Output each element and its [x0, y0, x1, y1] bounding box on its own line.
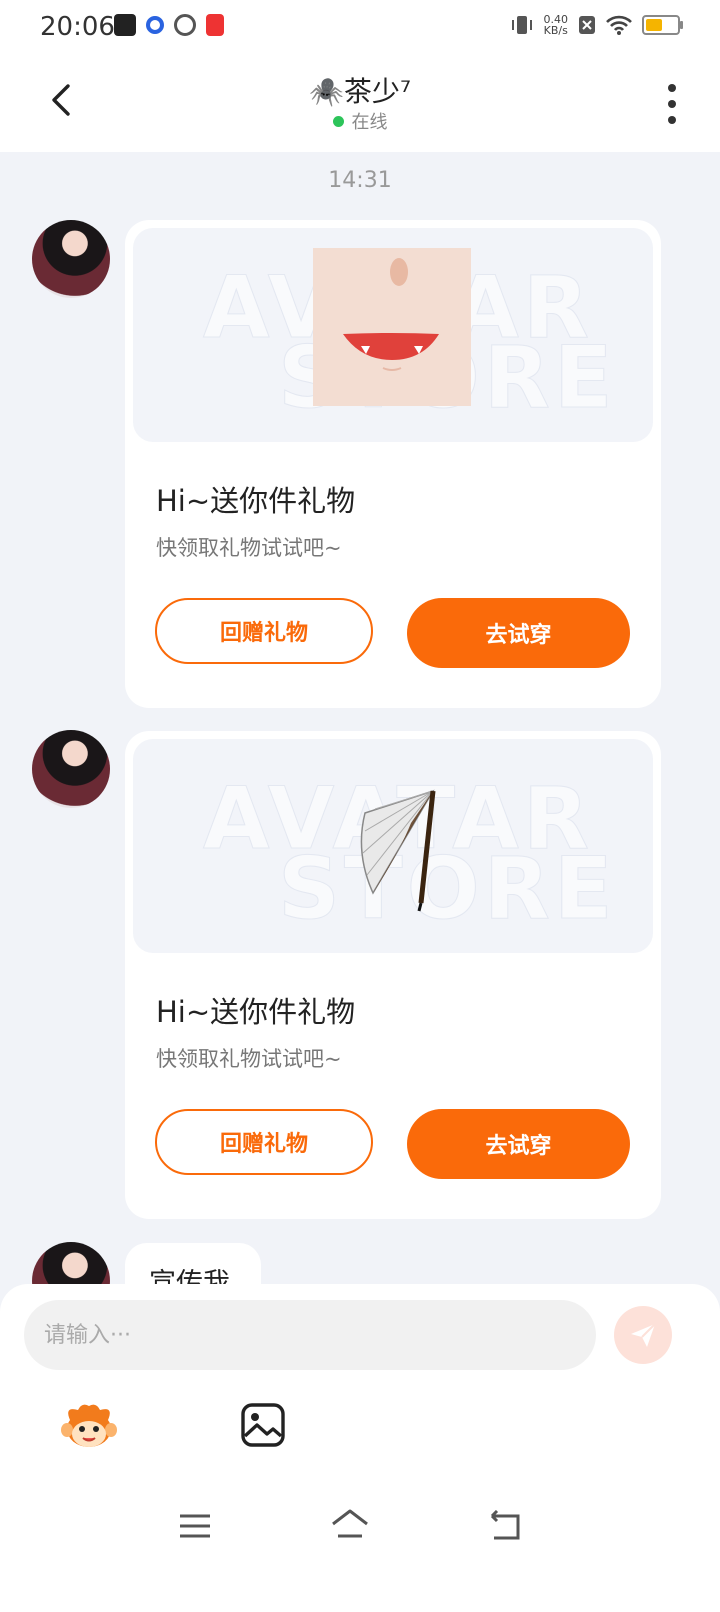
- nav-home-button[interactable]: [330, 1508, 370, 1542]
- gift-card[interactable]: AVATAR STORE Hi~送你件礼物 快领取礼物试试吧~ 回赠礼物 去试穿: [125, 220, 661, 708]
- message-timestamp: 14:31: [328, 168, 392, 193]
- nav-back-button[interactable]: [488, 1509, 524, 1542]
- sender-avatar[interactable]: [32, 220, 110, 298]
- notification-icons: [114, 14, 224, 36]
- battery-icon: [642, 15, 683, 35]
- dot-icon: [668, 84, 676, 92]
- sender-avatar[interactable]: [32, 730, 110, 808]
- message-input[interactable]: [24, 1300, 596, 1370]
- system-status-icons: 0.40 KB/s: [510, 13, 683, 37]
- send-icon: [631, 1323, 656, 1347]
- menu-icon: [180, 1514, 210, 1538]
- gift-card-subtitle: 快领取礼物试试吧~: [156, 1047, 342, 1071]
- gift-card-title: Hi~送你件礼物: [156, 995, 356, 1029]
- app-notification-icon: [174, 14, 196, 36]
- image-picker-button[interactable]: [240, 1402, 286, 1448]
- send-button[interactable]: [614, 1306, 672, 1364]
- gift-preview: AVATAR STORE: [133, 228, 653, 442]
- image-icon: [241, 1403, 285, 1447]
- nav-recents-button[interactable]: [178, 1512, 212, 1540]
- status-time: 20:06: [40, 12, 115, 42]
- more-options-button[interactable]: [666, 84, 678, 124]
- online-status-text: 在线: [351, 112, 388, 133]
- try-on-button[interactable]: 去试穿: [407, 1109, 630, 1179]
- chat-header: 🕷️茶少⁷ 在线: [0, 58, 720, 152]
- monkey-face-icon: [61, 1404, 117, 1447]
- vibrate-icon: [511, 16, 532, 34]
- return-gift-button[interactable]: 回赠礼物: [155, 1109, 373, 1175]
- net-speed: 0.40 KB/s: [543, 13, 569, 37]
- gift-card-title: Hi~送你件礼物: [156, 484, 356, 518]
- gift-card-subtitle: 快领取礼物试试吧~: [156, 536, 342, 560]
- status-bar: 20:06 0.40 KB/s: [0, 0, 720, 58]
- online-status: 在线: [0, 108, 720, 134]
- emoji-sticker-button[interactable]: [60, 1402, 118, 1450]
- online-dot: [332, 115, 344, 127]
- dot-icon: [668, 116, 676, 124]
- try-on-button[interactable]: 去试穿: [407, 598, 630, 668]
- contact-name: 🕷️茶少⁷: [308, 75, 412, 108]
- return-gift-button[interactable]: 回赠礼物: [155, 598, 373, 664]
- wifi-icon: [606, 15, 632, 35]
- dot-icon: [668, 100, 676, 108]
- no-sim-icon: [579, 16, 595, 34]
- watermark-text: STORE: [278, 839, 617, 940]
- back-arrow-icon: [490, 1509, 520, 1540]
- folding-fan-icon: [360, 789, 436, 912]
- app-notification-icon: [206, 14, 224, 36]
- face-mouth-icon: [313, 248, 471, 406]
- gift-preview: AVATAR STORE: [133, 739, 653, 953]
- app-notification-icon: [114, 14, 136, 36]
- app-notification-icon: [146, 16, 164, 34]
- home-icon: [332, 1509, 368, 1538]
- message-composer: [0, 1284, 720, 1612]
- gift-card[interactable]: AVATAR STORE Hi~送你件礼物 快领取礼物试试吧~ 回赠礼物 去试穿: [125, 731, 661, 1219]
